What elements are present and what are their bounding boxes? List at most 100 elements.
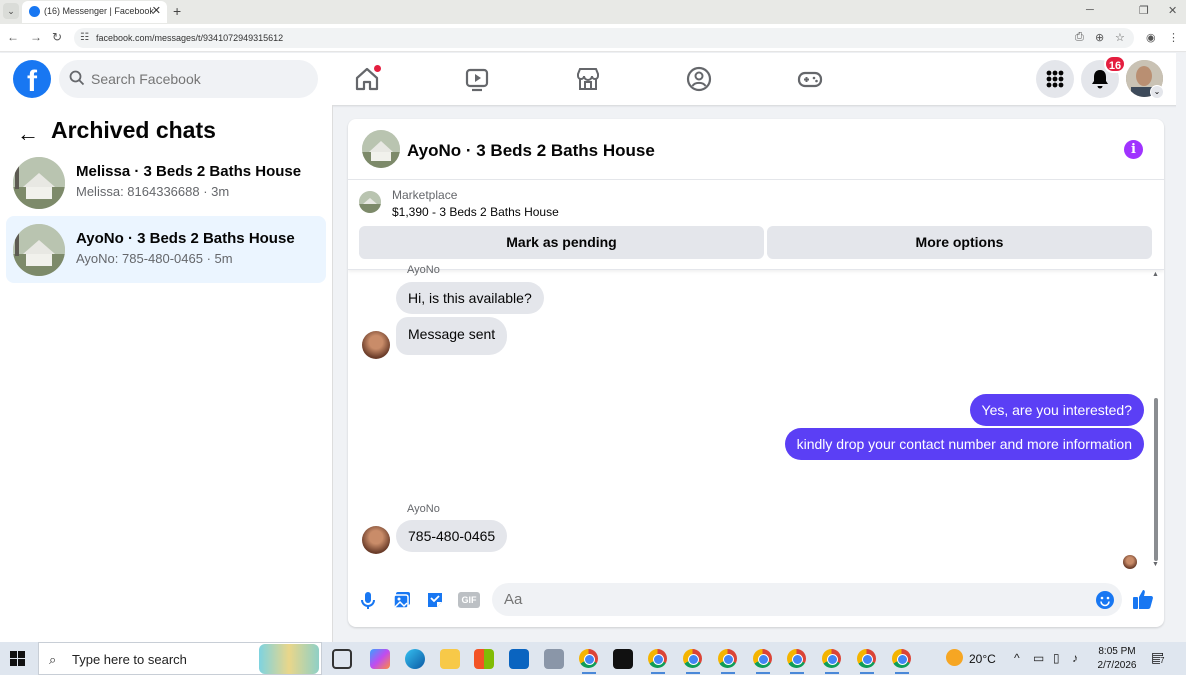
read-receipt-avatar xyxy=(1123,555,1137,569)
edge-icon[interactable] xyxy=(405,649,425,669)
chat-name: Melissa · 3 Beds 2 Baths House xyxy=(76,163,302,180)
listing-thumbnail[interactable] xyxy=(359,191,381,213)
sender-avatar[interactable] xyxy=(362,331,390,359)
search-highlight-image xyxy=(259,644,319,674)
message-bubble-outgoing[interactable]: Yes, are you interested? xyxy=(969,394,1144,426)
chrome-icon[interactable] xyxy=(753,649,772,668)
message-scrollbar-thumb[interactable] xyxy=(1154,398,1158,561)
browser-tab[interactable]: (16) Messenger | Facebook ✕ xyxy=(22,1,167,23)
profile-icon[interactable]: ◉ xyxy=(1146,31,1156,44)
chrome-icon[interactable] xyxy=(857,649,876,668)
search-box[interactable] xyxy=(59,60,318,98)
menu-grid-button[interactable] xyxy=(1036,60,1074,98)
chat-thumbnail xyxy=(13,224,65,276)
page-scrollbar[interactable] xyxy=(1176,53,1186,642)
clock-time: 8:05 PM xyxy=(1098,646,1136,657)
tab-search-button[interactable]: ⌄ xyxy=(3,3,19,19)
chrome-icon[interactable] xyxy=(683,649,702,668)
message-list[interactable]: AyoNo Hi, is this available? Message sen… xyxy=(348,264,1164,570)
store-icon[interactable] xyxy=(474,649,494,669)
close-tab-icon[interactable]: ✕ xyxy=(152,4,161,17)
info-icon[interactable]: i xyxy=(1124,140,1143,159)
bookmark-star-icon[interactable]: ☆ xyxy=(1115,31,1125,44)
archived-chats-sidebar: ← Archived chats Melissa · 3 Beds 2 Bath… xyxy=(0,105,333,642)
close-window-icon[interactable]: ✕ xyxy=(1168,4,1177,17)
chrome-icon[interactable] xyxy=(787,649,806,668)
thumbs-up-icon[interactable] xyxy=(1131,587,1155,611)
zoom-icon[interactable]: ⊕ xyxy=(1095,31,1104,44)
marketplace-icon[interactable] xyxy=(573,64,603,94)
clock[interactable]: 8:05 PM 2/7/2026 xyxy=(1096,645,1138,673)
chrome-icon[interactable] xyxy=(822,649,841,668)
sticker-icon[interactable] xyxy=(424,589,446,611)
chat-thumbnail xyxy=(13,157,65,209)
back-arrow-icon[interactable]: ← xyxy=(17,121,39,147)
microphone-icon[interactable] xyxy=(357,589,379,611)
windows-taskbar: ⌕ Type here to search 20°C ^ ▭ ▯ ♪ 8:05 … xyxy=(0,642,1186,675)
browser-menu-icon[interactable]: ⋮ xyxy=(1168,31,1179,44)
chat-item-melissa[interactable]: Melissa · 3 Beds 2 Baths House Melissa: … xyxy=(6,149,326,216)
battery-icon[interactable]: ▯ xyxy=(1053,651,1060,665)
reload-icon[interactable]: ↻ xyxy=(52,30,62,44)
notification-badge: 16 xyxy=(1104,55,1126,73)
taskbar-search[interactable]: ⌕ Type here to search xyxy=(38,642,322,675)
photo-icon[interactable] xyxy=(391,589,413,611)
conversation-title[interactable]: AyoNo · 3 Beds 2 Baths House xyxy=(407,141,655,161)
message-bubble-incoming[interactable]: Hi, is this available? xyxy=(396,282,544,314)
conversation-panel: AyoNo · 3 Beds 2 Baths House i Marketpla… xyxy=(348,119,1164,627)
chrome-icon[interactable] xyxy=(579,649,598,668)
windows-start-icon[interactable] xyxy=(10,651,25,666)
chevron-down-icon[interactable]: ⌄ xyxy=(1150,85,1164,99)
restore-icon[interactable]: ❐ xyxy=(1139,4,1149,17)
facebook-logo-icon[interactable]: f xyxy=(13,60,51,98)
address-bar: ← → ↻ ☷ facebook.com/messages/t/93410729… xyxy=(0,24,1186,52)
scroll-up-arrow[interactable]: ▲ xyxy=(1152,271,1159,278)
gif-icon[interactable]: GIF xyxy=(458,592,480,608)
gaming-icon[interactable] xyxy=(795,64,825,94)
video-icon[interactable] xyxy=(462,64,492,94)
more-options-button[interactable]: More options xyxy=(767,226,1152,259)
site-info-icon[interactable]: ☷ xyxy=(80,32,89,43)
message-bubble-outgoing[interactable]: kindly drop your contact number and more… xyxy=(784,428,1144,460)
running-indicator xyxy=(582,672,596,674)
message-input[interactable] xyxy=(492,583,1122,616)
mark-as-pending-button[interactable]: Mark as pending xyxy=(359,226,764,259)
groups-icon[interactable] xyxy=(684,64,714,94)
chat-snippet: AyoNo: 785-480-0465 · 5m xyxy=(76,251,233,266)
message-bubble-incoming[interactable]: Message sent xyxy=(396,317,508,355)
running-indicator xyxy=(651,672,665,674)
install-app-icon[interactable]: ⎙ xyxy=(1075,31,1084,44)
chrome-icon[interactable] xyxy=(718,649,737,668)
clock-date: 2/7/2026 xyxy=(1097,660,1137,671)
photos-icon[interactable] xyxy=(544,649,564,669)
temperature[interactable]: 20°C xyxy=(969,652,996,666)
chrome-icon[interactable] xyxy=(648,649,667,668)
notification-center-icon[interactable]: ▤ 7 xyxy=(1151,649,1169,667)
listing-title[interactable]: $1,390 - 3 Beds 2 Baths House xyxy=(392,205,559,219)
outlook-icon[interactable] xyxy=(509,649,529,669)
url-field[interactable]: ☷ facebook.com/messages/t/93410729493156… xyxy=(74,28,1134,48)
moon-weather-icon[interactable] xyxy=(946,649,963,666)
task-view-icon[interactable] xyxy=(332,649,352,669)
chrome-icon[interactable] xyxy=(892,649,911,668)
copilot-icon[interactable] xyxy=(370,649,390,669)
sender-avatar[interactable] xyxy=(362,526,390,554)
conversation-thumbnail[interactable] xyxy=(362,130,400,168)
tray-expand-icon[interactable]: ^ xyxy=(1014,651,1020,665)
search-input[interactable] xyxy=(91,69,301,89)
chat-item-ayono[interactable]: AyoNo · 3 Beds 2 Baths House AyoNo: 785-… xyxy=(6,216,326,283)
emoji-icon[interactable] xyxy=(1096,591,1114,609)
capcut-icon[interactable] xyxy=(613,649,633,669)
network-icon[interactable]: ▭ xyxy=(1033,651,1044,665)
conversation-header: AyoNo · 3 Beds 2 Baths House i xyxy=(348,119,1164,180)
message-bubble-incoming[interactable]: 785-480-0465 xyxy=(396,520,508,552)
back-icon[interactable]: ← xyxy=(7,30,19,44)
scroll-down-arrow[interactable]: ▼ xyxy=(1152,561,1159,568)
file-explorer-icon[interactable] xyxy=(440,649,460,669)
new-tab-button[interactable]: + xyxy=(173,3,181,19)
chat-snippet: Melissa: 8164336688 · 3m xyxy=(76,184,230,199)
minimize-icon[interactable]: ─ xyxy=(1086,4,1094,16)
volume-icon[interactable]: ♪ xyxy=(1072,651,1078,665)
forward-icon[interactable]: → xyxy=(30,30,42,44)
taskbar-search-placeholder: Type here to search xyxy=(72,652,187,667)
